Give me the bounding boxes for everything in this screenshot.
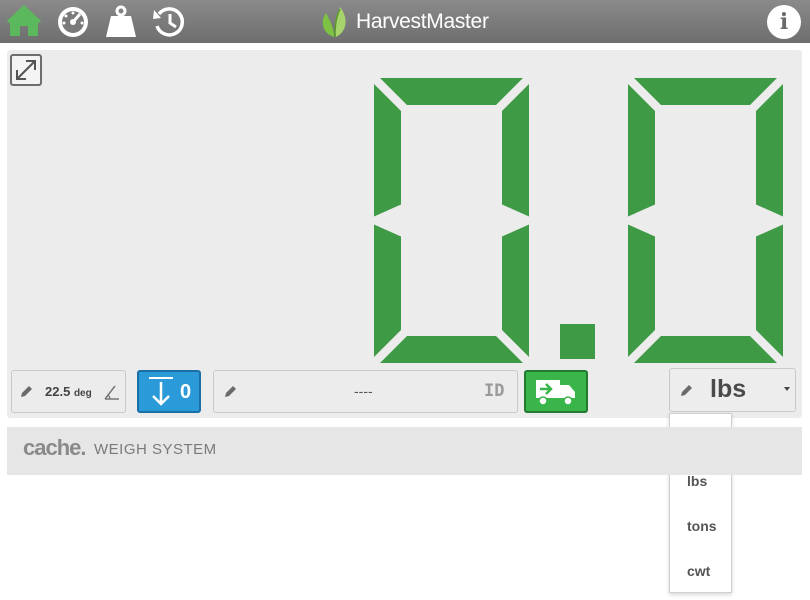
- unit-option-cwt[interactable]: cwt: [687, 563, 710, 579]
- brand-name: HarvestMaster: [356, 10, 489, 33]
- unit-option-lbs[interactable]: lbs: [687, 473, 707, 489]
- tare-icon: 0: [149, 377, 191, 406]
- angle-value: 22.5: [45, 384, 71, 399]
- unit-selected-value: lbs: [710, 375, 747, 403]
- leaf-logo-icon: [322, 7, 346, 38]
- unit-select[interactable]: lbs: [669, 368, 796, 412]
- segment-d: [634, 336, 777, 363]
- weight-icon[interactable]: [103, 4, 139, 40]
- tare-zero-label: 0: [180, 381, 191, 403]
- expand-icon: [16, 60, 36, 80]
- digit-0-left: [374, 78, 529, 363]
- segment-c: [502, 224, 529, 357]
- unit-option-tons[interactable]: tons: [687, 518, 717, 534]
- segment-a: [634, 78, 777, 105]
- history-icon[interactable]: [151, 4, 187, 40]
- segment-b: [502, 84, 529, 217]
- angle-unit: deg: [73, 388, 92, 399]
- segment-f: [628, 84, 655, 217]
- home-icon[interactable]: [6, 4, 42, 40]
- segment-a: [380, 78, 523, 105]
- cache-logo: cache.: [23, 435, 87, 460]
- pencil-icon: [681, 385, 692, 396]
- decimal-point: [560, 324, 595, 359]
- truck-button[interactable]: [524, 370, 588, 413]
- info-button[interactable]: i: [767, 5, 801, 39]
- segment-f: [374, 84, 401, 217]
- tare-button[interactable]: 0: [137, 370, 201, 413]
- weight-reading-display: [374, 78, 783, 363]
- top-bar: HarvestMaster i: [0, 0, 810, 43]
- pencil-icon: [225, 386, 236, 397]
- angle-field[interactable]: 22.5 deg: [11, 370, 126, 413]
- segment-c: [756, 224, 783, 357]
- id-value: ----: [354, 383, 373, 399]
- gauge-icon[interactable]: [55, 4, 91, 40]
- brand-logo: HarvestMaster: [318, 4, 489, 40]
- angle-icon: [104, 385, 119, 400]
- expand-button[interactable]: [10, 54, 42, 86]
- digit-0-right: [628, 78, 783, 363]
- segment-e: [374, 224, 401, 357]
- pencil-icon: [21, 386, 32, 397]
- id-label: ID: [484, 381, 505, 401]
- chevron-down-icon: [784, 387, 790, 391]
- segment-d: [380, 336, 523, 363]
- system-label: WEIGH SYSTEM: [94, 441, 217, 458]
- truck-icon: [536, 380, 575, 406]
- segment-b: [756, 84, 783, 217]
- segment-e: [628, 224, 655, 357]
- id-field[interactable]: ---- ID: [213, 370, 518, 413]
- footer-bar: cache. WEIGH SYSTEM: [7, 427, 802, 475]
